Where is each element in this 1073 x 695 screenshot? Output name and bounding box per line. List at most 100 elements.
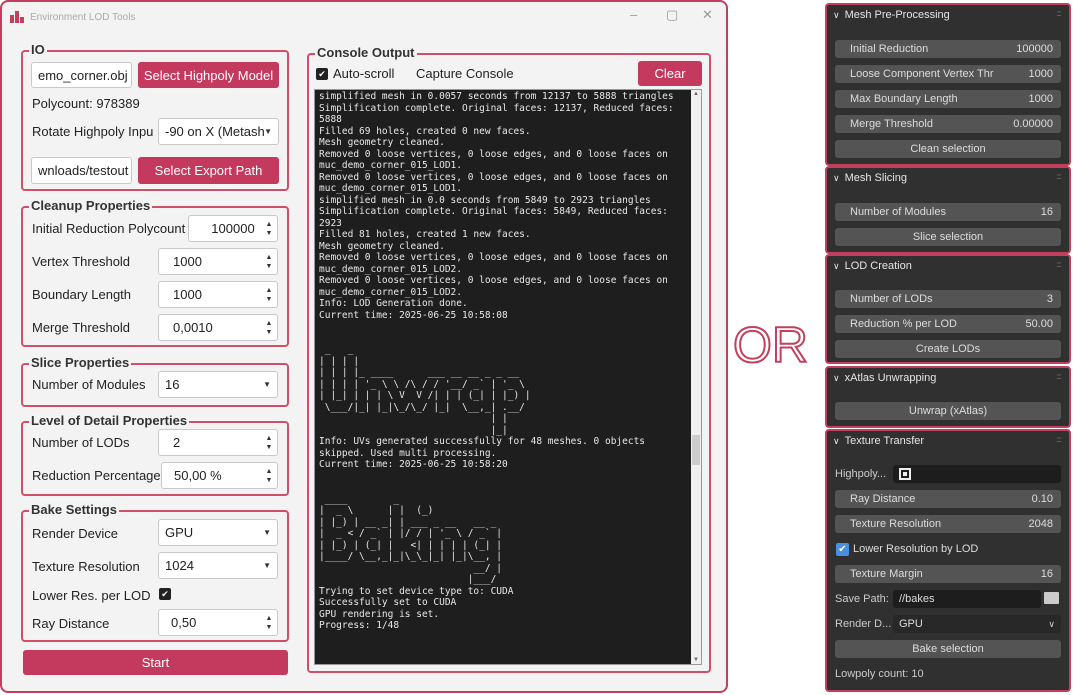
max-boundary-field[interactable]: Max Boundary Length 1000: [835, 90, 1061, 108]
slice-selection-button[interactable]: Slice selection: [835, 228, 1061, 246]
chevron-down-icon: ∨: [833, 261, 840, 271]
model-path-field[interactable]: emo_corner.obj: [31, 62, 132, 88]
boundary-length-spinbox[interactable]: 1000 ▲ ▼: [158, 281, 278, 308]
select-export-button[interactable]: Select Export Path: [138, 157, 279, 184]
minimize-icon[interactable]: –: [630, 7, 637, 22]
device-select[interactable]: GPU ▼: [158, 519, 278, 546]
reduction-label: Reduction Percentage: [32, 468, 161, 483]
field-value: 0.00000: [1013, 118, 1053, 130]
ray-spinbox[interactable]: 0,50 ▲ ▼: [158, 609, 278, 636]
panel-header[interactable]: ∨ LOD Creation: [833, 260, 912, 272]
field-value: 1000: [1028, 93, 1053, 105]
texres-select[interactable]: 1024 ▼: [158, 552, 278, 579]
merge-threshold-field[interactable]: Merge Threshold 0.00000: [835, 115, 1061, 133]
panel-header[interactable]: ∨ xAtlas Unwrapping: [833, 372, 936, 384]
drag-handle-icon[interactable]: ::::: [1056, 372, 1062, 381]
merge-threshold-value: 0,0010: [173, 320, 213, 335]
console-output[interactable]: simplified mesh in 0.0057 seconds from 1…: [314, 89, 702, 665]
rotate-select[interactable]: -90 on X (Metash ▼: [158, 118, 279, 145]
field-value: 50.00: [1025, 318, 1053, 330]
panel-mesh-preprocessing: ∨ Mesh Pre-Processing :::: Initial Reduct…: [825, 3, 1071, 166]
spin-arrows-icon[interactable]: ▲ ▼: [265, 249, 273, 274]
spin-arrows-icon[interactable]: ▲ ▼: [265, 610, 273, 635]
console-text: simplified mesh in 0.0057 seconds from 1…: [319, 91, 674, 631]
window-title: Environment LOD Tools: [30, 11, 136, 23]
select-highpoly-button[interactable]: Select Highpoly Model: [138, 62, 279, 88]
panel-title: LOD Creation: [844, 260, 912, 272]
spin-arrows-icon[interactable]: ▲ ▼: [265, 282, 273, 307]
vertex-threshold-spinbox[interactable]: 1000 ▲ ▼: [158, 248, 278, 275]
unwrap-button[interactable]: Unwrap (xAtlas): [835, 402, 1061, 420]
lowerres-checkbox[interactable]: ✔: [159, 588, 171, 600]
drag-handle-icon[interactable]: ::::: [1056, 9, 1062, 18]
panel-header[interactable]: ∨ Mesh Pre-Processing: [833, 9, 950, 21]
boundary-length-value: 1000: [173, 287, 202, 302]
drag-handle-icon[interactable]: ::::: [1056, 435, 1062, 444]
spin-arrows-icon[interactable]: ▲ ▼: [265, 463, 273, 488]
capture-checkbox[interactable]: [401, 68, 413, 80]
folder-icon[interactable]: [1044, 592, 1059, 604]
initial-reduction-field[interactable]: Initial Reduction 100000: [835, 40, 1061, 58]
merge-threshold-label: Merge Threshold: [32, 320, 131, 335]
field-label: Texture Resolution: [850, 518, 942, 530]
spin-arrows-icon[interactable]: ▲ ▼: [265, 216, 273, 241]
field-label: Reduction % per LOD: [850, 318, 957, 330]
spin-arrows-icon[interactable]: ▲ ▼: [265, 430, 273, 455]
texture-margin-field[interactable]: Texture Margin 16: [835, 565, 1061, 583]
autoscroll-label: Auto-scroll: [333, 66, 395, 81]
field-label: Initial Reduction: [850, 43, 929, 55]
export-path-field[interactable]: wnloads/testout: [31, 157, 132, 184]
clear-button[interactable]: Clear: [638, 61, 702, 86]
autoscroll-checkbox[interactable]: ✔: [316, 68, 328, 80]
maximize-icon[interactable]: ▢: [666, 7, 678, 23]
bake-selection-button[interactable]: Bake selection: [835, 640, 1061, 658]
texture-resolution-field[interactable]: Texture Resolution 2048: [835, 515, 1061, 533]
save-path-field[interactable]: //bakes: [893, 590, 1041, 608]
reduction-spinbox[interactable]: 50,00 % ▲ ▼: [161, 462, 278, 489]
drag-handle-icon[interactable]: ::::: [1056, 172, 1062, 181]
number-of-modules-field[interactable]: Number of Modules 16: [835, 203, 1061, 221]
close-icon[interactable]: ✕: [702, 7, 713, 23]
console-scrollbar[interactable]: ▲ ▼: [691, 90, 701, 664]
lower-resolution-checkbox[interactable]: ✔: [836, 543, 849, 556]
chevron-down-icon: ∨: [833, 373, 840, 383]
field-value: 16: [1040, 206, 1053, 218]
render-device-select[interactable]: GPU ∨: [893, 615, 1061, 633]
lod-title: Level of Detail Properties: [29, 413, 190, 428]
field-label: Number of Modules: [850, 206, 946, 218]
ray-label: Ray Distance: [32, 616, 110, 631]
ray-distance-field[interactable]: Ray Distance 0.10: [835, 490, 1061, 508]
number-of-lods-field[interactable]: Number of LODs 3: [835, 290, 1061, 308]
spin-arrows-icon[interactable]: ▲ ▼: [265, 315, 273, 340]
scroll-up-icon[interactable]: ▲: [693, 91, 699, 97]
device-label: Render Device: [32, 526, 118, 541]
highpoly-object-field[interactable]: [893, 465, 1061, 483]
chevron-down-icon: ▼: [263, 528, 271, 537]
chevron-down-icon: ∨: [833, 10, 840, 20]
console-scroll-thumb[interactable]: [692, 435, 700, 465]
ray-value: 0,50: [171, 615, 197, 630]
panel-mesh-slicing: ∨ Mesh Slicing :::: Number of Modules 16 S…: [825, 166, 1071, 254]
modules-select[interactable]: 16 ▼: [158, 371, 278, 398]
start-button[interactable]: Start: [23, 650, 288, 675]
chevron-down-icon: ∨: [833, 173, 840, 183]
lods-label: Number of LODs: [32, 435, 130, 450]
panel-header[interactable]: ∨ Mesh Slicing: [833, 172, 907, 184]
panel-header[interactable]: ∨ Texture Transfer: [833, 435, 924, 447]
loose-vertex-field[interactable]: Loose Component Vertex Thr 1000: [835, 65, 1061, 83]
clean-selection-button[interactable]: Clean selection: [835, 140, 1061, 158]
scroll-down-icon[interactable]: ▼: [693, 657, 699, 663]
initial-reduction-spinbox[interactable]: 100000 ▲ ▼: [188, 215, 278, 242]
chevron-down-icon: ∨: [833, 436, 840, 446]
slice-title: Slice Properties: [29, 355, 132, 370]
field-value: 100000: [1016, 43, 1053, 55]
lods-value: 2: [173, 435, 181, 450]
reduction-per-lod-field[interactable]: Reduction % per LOD 50.00: [835, 315, 1061, 333]
lower-resolution-label: Lower Resolution by LOD: [853, 543, 979, 555]
lods-spinbox[interactable]: 2 ▲ ▼: [158, 429, 278, 456]
panel-title: Texture Transfer: [844, 435, 925, 447]
drag-handle-icon[interactable]: ::::: [1056, 260, 1062, 269]
boundary-length-label: Boundary Length: [32, 287, 132, 302]
create-lods-button[interactable]: Create LODs: [835, 340, 1061, 358]
merge-threshold-spinbox[interactable]: 0,0010 ▲ ▼: [158, 314, 278, 341]
